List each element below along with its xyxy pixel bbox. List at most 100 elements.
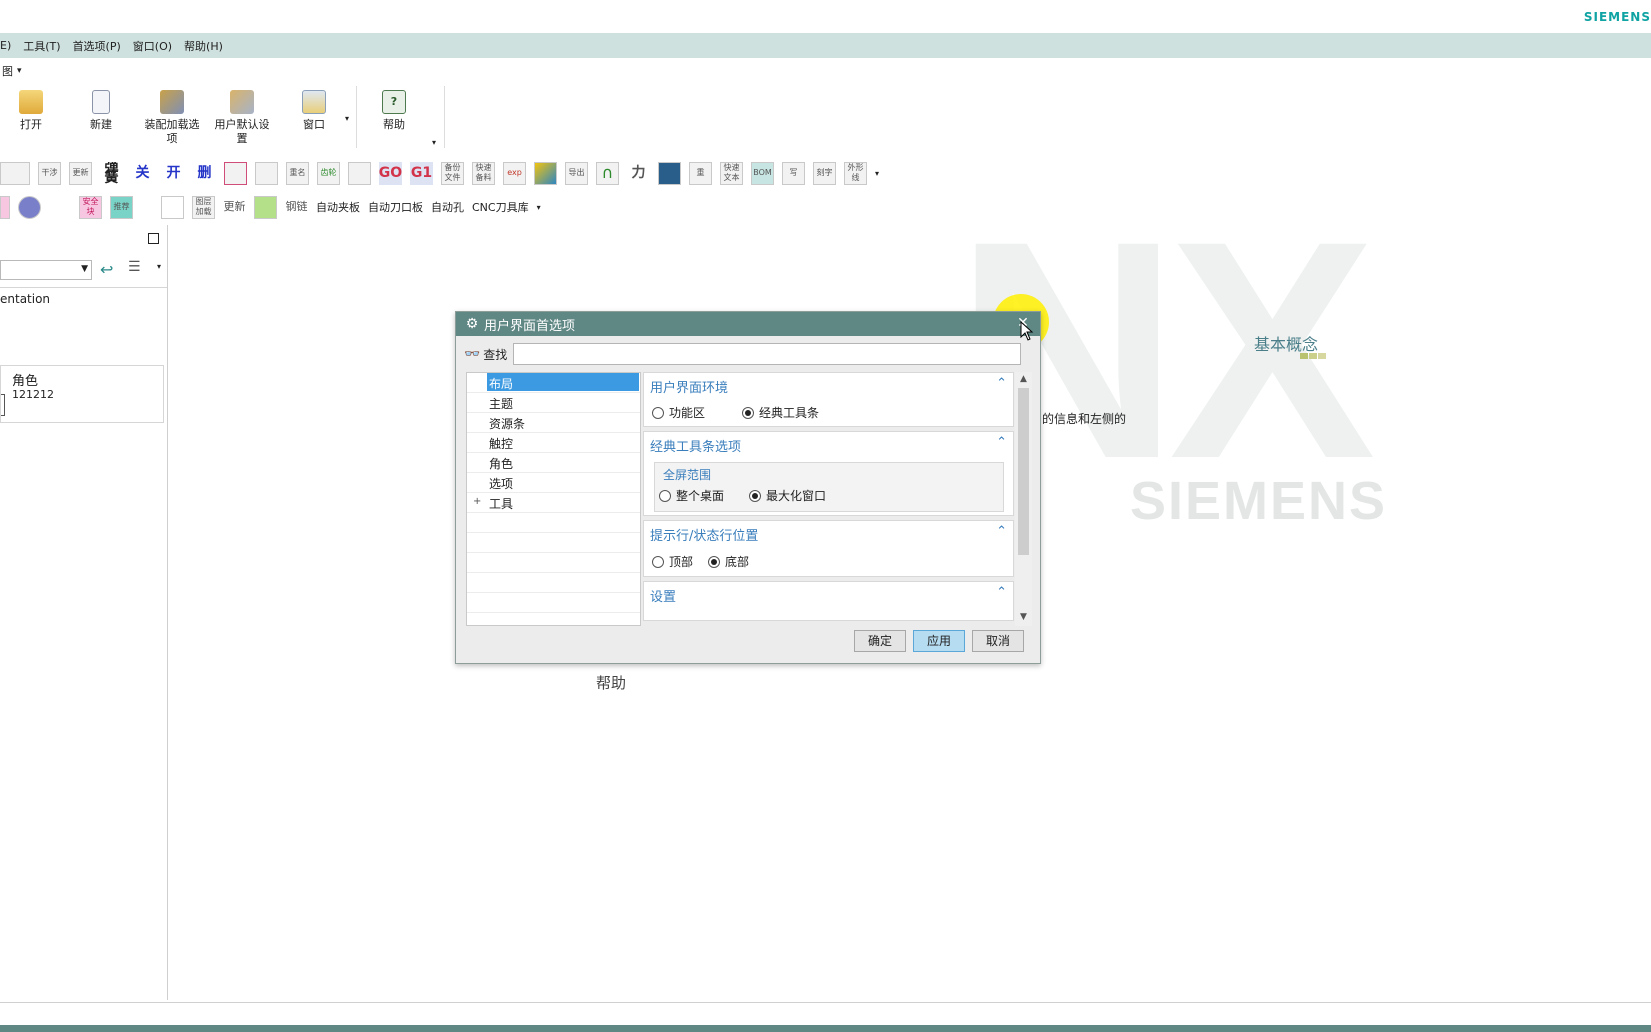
collapse-icon[interactable]: ⌃	[996, 524, 1007, 539]
list-view-icon[interactable]: ☰	[128, 259, 141, 275]
spring-icon[interactable]: 弹簧	[100, 162, 123, 185]
ribbon-more-icon[interactable]: ▾	[432, 138, 436, 147]
weight-icon[interactable]: 重	[689, 161, 712, 185]
new-button[interactable]: 新建	[82, 86, 120, 132]
role-card[interactable]: 角色 121212	[0, 365, 164, 423]
menu-item-edit[interactable]: E)	[0, 39, 11, 52]
dialog-title-bar[interactable]: ⚙ 用户界面首选项	[456, 312, 1040, 336]
tree-empty-row	[467, 513, 640, 533]
tree-item-resource-bar[interactable]: 资源条	[467, 413, 640, 433]
chevron-down-icon[interactable]: ▾	[157, 262, 161, 271]
assembly-load-options-button[interactable]: 装配加载选项	[140, 86, 204, 146]
gear-tool-icon[interactable]: 齿轮	[317, 161, 340, 185]
recommend-icon[interactable]: 推荐	[110, 195, 133, 219]
layer-load-icon[interactable]: 图层加载	[192, 195, 215, 219]
formula-icon[interactable]	[348, 161, 371, 185]
update-icon[interactable]: 更新	[69, 161, 92, 185]
radio-indicator	[659, 489, 671, 502]
open-button[interactable]: 打开	[12, 86, 50, 132]
window-button[interactable]: 窗口	[296, 86, 332, 132]
auto-hole-button[interactable]: 自动孔	[431, 199, 464, 215]
toolbar-more-icon[interactable]: ▾	[875, 169, 879, 178]
window-dropdown-icon[interactable]: ▾	[345, 114, 349, 123]
update-text-icon[interactable]: 更新	[223, 196, 246, 219]
scrollbar-thumb[interactable]	[1018, 388, 1029, 555]
scroll-down-icon[interactable]: ▼	[1015, 612, 1032, 622]
tree-item-options[interactable]: 选项	[467, 473, 640, 493]
auto-edge-plate-button[interactable]: 自动刀口板	[368, 199, 423, 215]
help-button[interactable]: ? 帮助	[376, 86, 412, 132]
expand-icon[interactable]: +	[473, 496, 481, 507]
tree-item-role[interactable]: 角色	[467, 453, 640, 473]
cnc-tool-library-button[interactable]: CNC刀具库	[472, 199, 529, 215]
menu-item-help[interactable]: 帮助(H)	[184, 38, 223, 54]
tree-item-tools[interactable]: + 工具	[467, 493, 640, 513]
cancel-button[interactable]: 取消	[972, 630, 1024, 652]
auto-clamp-button[interactable]: 自动夹板	[316, 199, 360, 215]
ribbon-tab[interactable]: 图 ▾	[0, 60, 22, 82]
role-icon	[1, 394, 5, 416]
close-tool-icon[interactable]: 关	[131, 162, 154, 185]
calculator-icon[interactable]	[658, 161, 681, 185]
tool-icon[interactable]	[254, 195, 277, 219]
dimension-icon[interactable]	[255, 161, 278, 185]
rename-icon[interactable]: 重名	[286, 161, 309, 185]
back-arrow-icon[interactable]: ↩	[100, 260, 113, 279]
scroll-up-icon[interactable]: ▲	[1015, 374, 1032, 384]
ok-button[interactable]: 确定	[854, 630, 906, 652]
open-folder-icon	[19, 90, 43, 114]
write-icon[interactable]: 写	[782, 161, 805, 185]
delete-tool-icon[interactable]: 删	[193, 162, 216, 185]
apply-button[interactable]: 应用	[913, 630, 965, 652]
outline-icon[interactable]: 外形线	[844, 161, 867, 185]
radio-bottom[interactable]: 底部	[708, 553, 749, 570]
engrave-icon[interactable]: 刻字	[813, 161, 836, 185]
collapse-icon[interactable]: ⌃	[996, 435, 1007, 450]
vertical-scrollbar[interactable]: ▲ ▼	[1015, 372, 1032, 626]
tree-item-layout[interactable]: 布局	[467, 373, 640, 393]
tool-icon[interactable]	[0, 195, 10, 219]
collapse-icon[interactable]: ⌃	[996, 376, 1007, 391]
color-icon[interactable]	[534, 161, 557, 185]
radio-top[interactable]: 顶部	[652, 553, 693, 570]
backup-file-icon[interactable]: 备份文件	[441, 161, 464, 185]
user-defaults-button[interactable]: 用户默认设置	[212, 86, 272, 146]
exp-icon[interactable]: exp	[503, 161, 526, 185]
g1-icon[interactable]: G1	[410, 161, 433, 185]
basic-concept-link[interactable]: 基本概念	[1254, 331, 1318, 355]
interference-icon[interactable]: 干涉	[38, 161, 61, 185]
filter-dropdown[interactable]: ▼	[0, 260, 92, 280]
chevron-down-icon[interactable]: ▾	[17, 66, 22, 76]
maximize-icon[interactable]	[148, 233, 159, 244]
window-icon	[302, 90, 326, 114]
tool-icon[interactable]	[0, 161, 30, 185]
menu-item-tools[interactable]: 工具(T)	[23, 38, 60, 54]
collapse-icon[interactable]: ⌃	[996, 585, 1007, 600]
chain-icon[interactable]: 钢链	[285, 196, 308, 219]
frame-icon[interactable]	[224, 161, 247, 185]
radio-ribbon[interactable]: 功能区	[652, 404, 705, 421]
shield-icon[interactable]	[18, 195, 41, 219]
tree-item-theme[interactable]: 主题	[467, 393, 640, 413]
bom-icon[interactable]: BOM	[751, 161, 774, 185]
force-icon[interactable]: 力	[627, 162, 650, 185]
ribbon-separator	[356, 86, 357, 148]
radio-entire-desktop[interactable]: 整个桌面	[659, 487, 724, 504]
menu-item-window[interactable]: 窗口(O)	[133, 38, 172, 54]
toolbar-more-icon[interactable]: ▾	[537, 203, 541, 212]
radio-classic-toolbar[interactable]: 经典工具条	[742, 404, 819, 421]
export-icon[interactable]: 导出	[565, 161, 588, 185]
quick-text-icon[interactable]: 快速文本	[720, 161, 743, 185]
radio-maximize-window[interactable]: 最大化窗口	[749, 487, 826, 504]
g0-icon[interactable]: GO	[379, 161, 402, 185]
curve-icon[interactable]: ∩	[596, 161, 619, 185]
group-title: 用户界面环境	[650, 381, 729, 396]
subgroup-title: 全屏范围	[663, 468, 712, 482]
safety-block-icon[interactable]: 安全块	[79, 195, 102, 219]
search-input[interactable]	[513, 343, 1022, 365]
open-tool-icon[interactable]: 开	[162, 162, 185, 185]
menu-item-preferences[interactable]: 首选项(P)	[73, 38, 121, 54]
tree-item-touch[interactable]: 触控	[467, 433, 640, 453]
layout-icon[interactable]	[161, 195, 184, 219]
quick-stock-icon[interactable]: 快速备料	[472, 161, 495, 185]
